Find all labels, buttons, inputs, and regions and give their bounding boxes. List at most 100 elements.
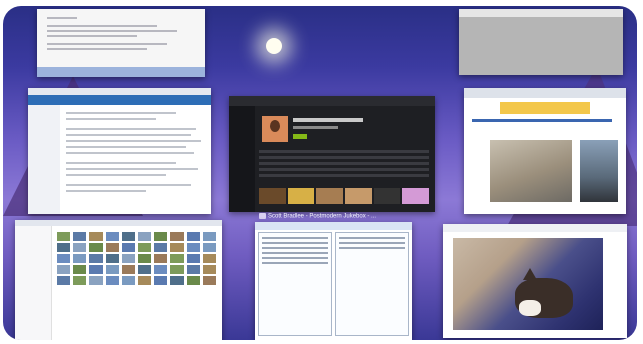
photo-thumbnail[interactable]: [170, 232, 184, 241]
message-line: [66, 184, 191, 186]
photo-thumbnail[interactable]: [186, 254, 200, 263]
photo-thumbnail[interactable]: [105, 276, 119, 285]
photo-thumbnail[interactable]: [186, 276, 200, 285]
banner-ad[interactable]: [500, 102, 590, 114]
photo-thumbnail[interactable]: [89, 254, 103, 263]
photo-thumbnail[interactable]: [154, 254, 168, 263]
file-row[interactable]: [262, 257, 328, 259]
article-headline[interactable]: [472, 119, 612, 122]
photo-thumbnail[interactable]: [89, 276, 103, 285]
photo-thumbnail[interactable]: [121, 232, 135, 241]
artist-title-line: [293, 118, 363, 122]
photo-thumbnail[interactable]: [186, 243, 200, 252]
photo-thumbnail[interactable]: [105, 265, 119, 274]
news-browser-window-thumbnail[interactable]: [464, 88, 626, 214]
doc-line: [47, 30, 177, 32]
window-caption-text: Scott Bradlee - Postmodern Jukebox - ...: [268, 213, 377, 220]
right-file-pane[interactable]: [335, 232, 409, 336]
play-button[interactable]: [293, 134, 307, 139]
photo-thumbnail[interactable]: [170, 276, 184, 285]
email-window-thumbnail[interactable]: [28, 88, 211, 214]
photo-thumbnail[interactable]: [154, 243, 168, 252]
file-row[interactable]: [339, 247, 405, 249]
photo-thumbnail[interactable]: [202, 232, 216, 241]
album-tile[interactable]: [287, 188, 315, 204]
message-line: [66, 152, 194, 154]
photo-thumbnail[interactable]: [137, 276, 152, 285]
doc-line: [47, 43, 167, 45]
file-row[interactable]: [262, 237, 328, 239]
window-titlebar: [255, 222, 412, 230]
photo-thumbnail[interactable]: [73, 232, 87, 241]
photo-thumbnail[interactable]: [105, 243, 119, 252]
album-tile[interactable]: [373, 188, 401, 204]
message-line: [66, 134, 191, 136]
photo-thumbnail[interactable]: [89, 232, 103, 241]
photo-thumbnail[interactable]: [57, 265, 71, 274]
file-row[interactable]: [339, 237, 405, 239]
message-line: [66, 162, 176, 164]
file-row[interactable]: [262, 262, 328, 264]
photo-thumbnail[interactable]: [57, 243, 71, 252]
photo-thumbnail[interactable]: [105, 232, 119, 241]
photo-thumbnail[interactable]: [202, 254, 216, 263]
photo-thumbnail[interactable]: [170, 243, 184, 252]
album-tile[interactable]: [259, 188, 286, 204]
photo-thumbnail[interactable]: [137, 232, 152, 241]
doc-line: [47, 17, 77, 19]
album-tile[interactable]: [345, 188, 372, 204]
photo-thumbnail[interactable]: [105, 254, 119, 263]
file-explorer-window-thumbnail[interactable]: [15, 220, 222, 340]
track-row[interactable]: [259, 168, 429, 171]
file-row[interactable]: [262, 252, 328, 254]
photo-thumbnail[interactable]: [73, 276, 87, 285]
window-titlebar: [459, 9, 623, 17]
photo-thumbnail[interactable]: [154, 265, 168, 274]
track-row[interactable]: [259, 162, 429, 165]
photo-thumbnail[interactable]: [202, 243, 216, 252]
photo-thumbnail[interactable]: [186, 232, 200, 241]
left-file-pane[interactable]: [258, 232, 332, 336]
photo-thumbnail[interactable]: [57, 232, 71, 241]
app-icon: [259, 213, 266, 219]
photo-thumbnail[interactable]: [154, 232, 168, 241]
photo-thumbnail[interactable]: [73, 243, 87, 252]
photo-thumbnail[interactable]: [121, 254, 135, 263]
photo-thumbnail[interactable]: [57, 254, 71, 263]
photo-thumbnail[interactable]: [89, 265, 103, 274]
file-manager-window-thumbnail[interactable]: [255, 222, 412, 340]
window-titlebar: [229, 96, 435, 106]
music-player-window-thumbnail[interactable]: [229, 96, 435, 212]
album-tile[interactable]: [402, 188, 430, 204]
photo-thumbnail[interactable]: [137, 243, 152, 252]
track-row[interactable]: [259, 156, 429, 159]
message-line: [66, 112, 176, 114]
photo-thumbnail[interactable]: [154, 276, 168, 285]
cat-photo: [453, 238, 603, 330]
photo-thumbnail[interactable]: [137, 254, 152, 263]
file-row[interactable]: [262, 242, 328, 244]
document-window-thumbnail[interactable]: [37, 9, 205, 77]
blank-window-thumbnail[interactable]: [459, 9, 623, 75]
photo-thumbnail[interactable]: [121, 243, 135, 252]
file-row[interactable]: [339, 242, 405, 244]
photo-thumbnail[interactable]: [170, 254, 184, 263]
photo-thumbnail[interactable]: [73, 254, 87, 263]
photo-thumbnail[interactable]: [202, 265, 216, 274]
track-row[interactable]: [259, 150, 429, 153]
photo-thumbnail[interactable]: [89, 243, 103, 252]
photo-thumbnail[interactable]: [73, 265, 87, 274]
track-row[interactable]: [259, 174, 429, 177]
photo-thumbnail[interactable]: [121, 276, 135, 285]
message-line: [66, 140, 201, 142]
photo-thumbnail[interactable]: [137, 265, 152, 274]
photo-viewer-window-thumbnail[interactable]: [443, 224, 627, 338]
photo-thumbnail[interactable]: [170, 265, 184, 274]
album-tile[interactable]: [316, 188, 344, 204]
message-line: [66, 168, 198, 170]
file-row[interactable]: [262, 247, 328, 249]
photo-thumbnail[interactable]: [186, 265, 200, 274]
photo-thumbnail[interactable]: [121, 265, 135, 274]
photo-thumbnail[interactable]: [57, 276, 71, 285]
photo-thumbnail[interactable]: [202, 276, 216, 285]
